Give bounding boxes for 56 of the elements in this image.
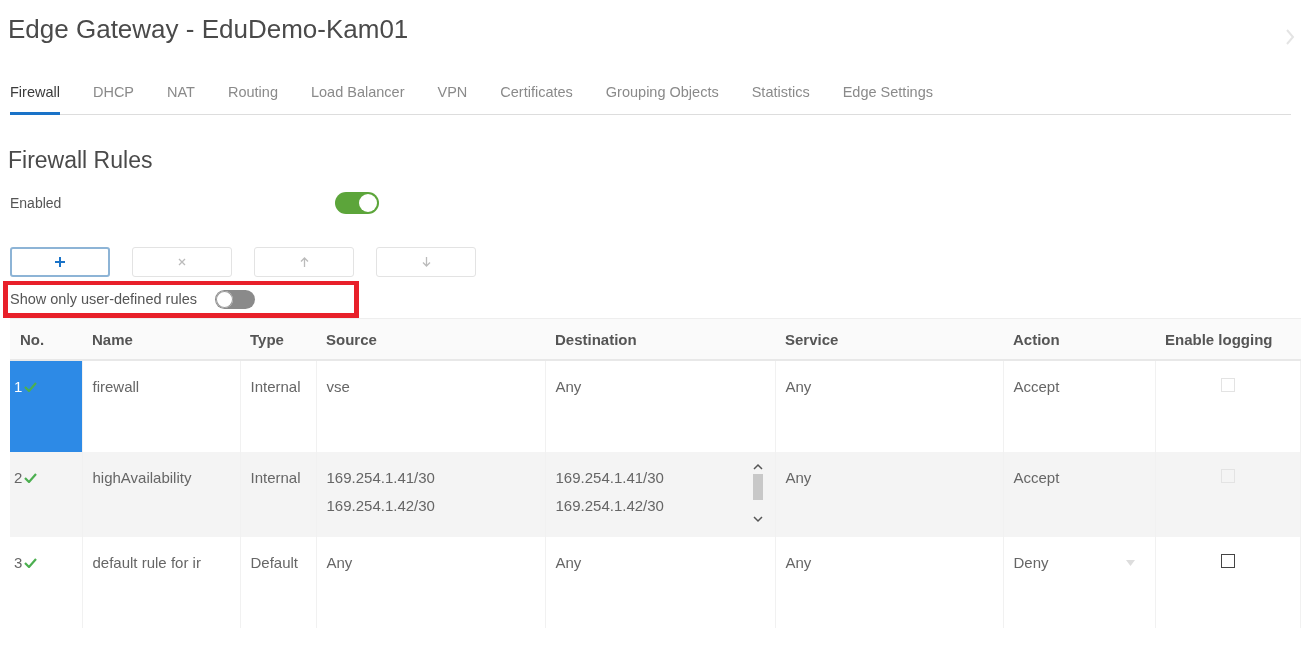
column-header[interactable]: Name [82,318,240,360]
tab[interactable]: NAT [167,76,195,115]
source-address: Any [326,554,354,571]
user-rules-toggle[interactable] [215,289,255,309]
add-button[interactable] [10,247,110,277]
tab[interactable]: Certificates [500,76,573,115]
source-address: 169.254.1.42/30 [326,497,436,514]
close-icon [178,258,186,266]
table-cell: Default [240,537,316,628]
enabled-toggle[interactable] [335,192,379,214]
table-cell: Internal [240,452,316,537]
table-cell: default rule for ir [82,537,240,628]
scrollbar-drawing[interactable] [750,461,765,525]
destination-address: 169.254.1.41/30 [555,469,664,486]
table-cell: Any [775,452,1003,537]
table-cell: Any [775,537,1003,628]
column-header[interactable]: Action [1003,318,1155,360]
rule-number-cell[interactable]: 1 [10,360,82,452]
column-header[interactable]: Type [240,318,316,360]
tab[interactable]: Firewall [10,76,60,115]
arrow-down-icon [421,257,431,267]
arrow-up-icon [299,257,309,267]
rule-number: 3 [14,554,23,571]
column-header[interactable]: Source [316,318,545,360]
column-header[interactable]: Destination [545,318,775,360]
action-value: Deny [1013,554,1049,571]
rule-number-cell[interactable]: 3 [10,537,82,628]
tab[interactable]: Grouping Objects [605,76,719,115]
rule-number: 1 [14,378,23,395]
tab[interactable]: VPN [437,76,468,115]
column-header[interactable]: Enable logging [1155,318,1301,360]
dropdown-caret-icon[interactable] [1125,559,1135,566]
rule-number-cell[interactable]: 2 [10,452,82,537]
destination-address: Any [555,378,582,395]
enabled-label: Enabled [10,195,63,211]
action-value: Accept [1013,378,1060,395]
column-header[interactable]: No. [10,318,82,360]
tab[interactable]: Statistics [751,76,810,115]
tab[interactable]: Routing [228,76,278,115]
logging-checkbox[interactable] [1220,554,1235,568]
tab[interactable]: Edge Settings [842,76,933,115]
tab[interactable]: Load Balancer [310,76,405,115]
chevron-right-icon[interactable] [1285,28,1295,46]
table-cell: highAvailability [82,452,240,537]
filter-label: Show only user-defined rules [10,291,197,307]
action-value: Accept [1013,469,1060,486]
destination-address: 169.254.1.42/30 [555,497,664,514]
plus-icon [55,257,65,267]
tab[interactable]: DHCP [92,76,135,115]
source-address: vse [326,378,351,395]
destination-address: Any [555,554,582,571]
source-address: 169.254.1.41/30 [326,469,436,486]
column-header[interactable]: Service [775,318,1003,360]
page-title: Edge Gateway - EduDemo-Kam01 [8,14,409,45]
section-title: Firewall Rules [8,147,154,174]
rule-number: 2 [14,469,23,486]
